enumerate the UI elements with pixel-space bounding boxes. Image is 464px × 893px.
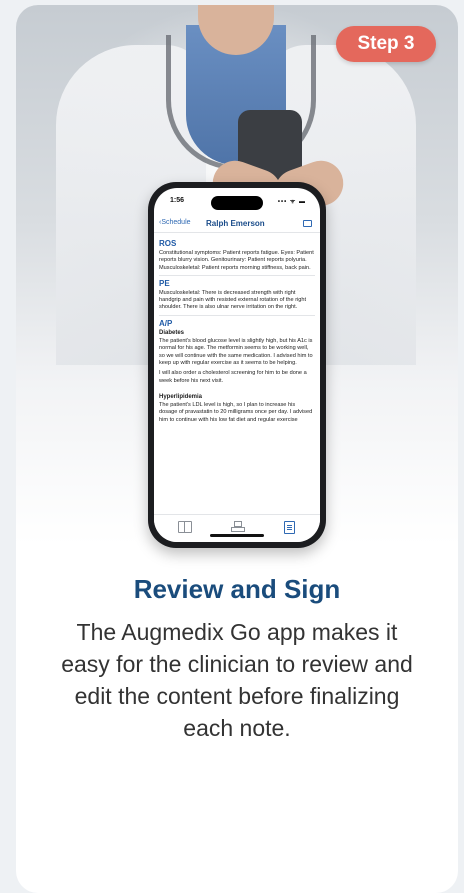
phone-mockup: 1:56 ••• ᯤ ▬ ‹Schedule Ralph Emerson ROS… <box>148 182 326 548</box>
step-badge: Step 3 <box>336 26 436 62</box>
hyperlipidemia-title: Hyperlipidemia <box>159 393 203 400</box>
ap-title: A/P <box>159 318 173 328</box>
status-icons: ••• ᯤ ▬ <box>277 199 306 205</box>
dynamic-island <box>211 196 263 210</box>
status-time: 1:56 <box>170 197 185 204</box>
home-indicator <box>210 534 264 537</box>
note-content[interactable]: ROS Constitutional symptoms: Patient rep… <box>159 237 315 513</box>
diabetes-text-2[interactable]: I will also order a cholesterol screenin… <box>159 370 315 385</box>
headline: Review and Sign <box>133 574 341 604</box>
divider <box>159 274 315 276</box>
org-chart-icon[interactable] <box>231 521 245 532</box>
diabetes-title: Diabetes <box>159 329 185 336</box>
patient-name: Ralph Emerson <box>206 219 265 228</box>
diabetes-text[interactable]: The patient's blood glucose level is sli… <box>159 338 315 367</box>
document-icon[interactable] <box>284 521 295 534</box>
book-icon[interactable] <box>178 521 192 533</box>
device-icon[interactable] <box>303 220 312 227</box>
pe-text[interactable]: Musculoskeletal: There is decreased stre… <box>159 290 315 312</box>
ros-title: ROS <box>159 239 177 248</box>
back-button[interactable]: ‹Schedule <box>159 219 191 226</box>
pe-title: PE <box>159 278 170 288</box>
hyperlipidemia-text[interactable]: The patient's LDL level is high, so I pl… <box>159 402 315 424</box>
tab-bar <box>154 514 320 542</box>
step-card: Step 3 1:56 ••• ᯤ ▬ ‹Schedule Ralph Emer… <box>16 5 458 893</box>
phone-screen: 1:56 ••• ᯤ ▬ ‹Schedule Ralph Emerson ROS… <box>154 188 320 542</box>
ros-text[interactable]: Constitutional symptoms: Patient reports… <box>159 250 315 272</box>
description: The Augmedix Go app makes it easy for th… <box>61 619 413 741</box>
nav-bar: ‹Schedule Ralph Emerson <box>154 216 320 233</box>
divider <box>159 314 315 316</box>
